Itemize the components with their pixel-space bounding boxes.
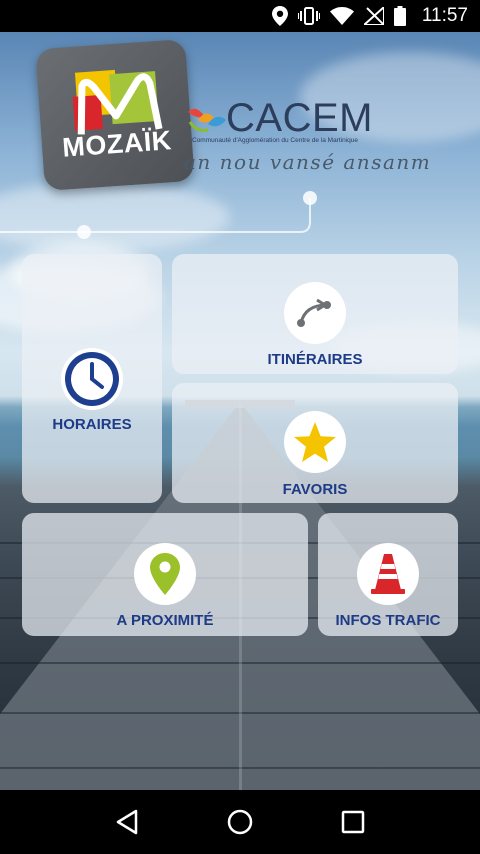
- cacem-subtitle: Communauté d'Agglomération du Centre de …: [192, 137, 359, 144]
- route-icon: [284, 282, 346, 344]
- vibrate-icon: [297, 7, 320, 25]
- no-signal-icon: [363, 7, 384, 25]
- home-icon[interactable]: [220, 802, 260, 842]
- proximite-label: A PROXIMITÉ: [116, 612, 214, 629]
- cacem-title: CACEM: [226, 96, 373, 140]
- infos-trafic-tile[interactable]: INFOS TRAFIC: [318, 513, 458, 636]
- tagline: an nou vansé ansanm: [184, 150, 432, 174]
- clock-icon: [61, 348, 123, 410]
- itineraires-label: ITINÉRAIRES: [267, 351, 363, 368]
- recents-icon[interactable]: [333, 802, 373, 842]
- favoris-tile[interactable]: FAVORIS: [172, 383, 458, 503]
- location-icon: [271, 6, 288, 26]
- mozaik-logo-text: MOZAÏK: [61, 125, 173, 163]
- traffic-cone-icon: [357, 543, 419, 605]
- navigation-bar: [0, 790, 480, 854]
- cacem-leaf-icon: [188, 108, 226, 132]
- back-icon[interactable]: [107, 802, 147, 842]
- star-icon: [284, 411, 346, 473]
- horaires-tile[interactable]: HORAIRES: [22, 254, 162, 503]
- horaires-label: HORAIRES: [52, 416, 132, 433]
- status-time: 11:57: [421, 5, 468, 26]
- status-bar: 11:57: [0, 0, 480, 32]
- decorative-line: [0, 191, 317, 239]
- cacem-brand: CACEM Communauté d'Agglomération du Cent…: [184, 96, 464, 176]
- itineraires-tile[interactable]: ITINÉRAIRES: [172, 254, 458, 374]
- proximite-tile[interactable]: A PROXIMITÉ: [22, 513, 308, 636]
- infos-trafic-label: INFOS TRAFIC: [335, 612, 441, 629]
- map-pin-icon: [134, 543, 196, 605]
- battery-icon: [393, 6, 406, 26]
- mozaik-logo: MOZAÏK: [35, 38, 195, 192]
- favoris-label: FAVORIS: [282, 481, 348, 498]
- wifi-icon: [329, 7, 354, 25]
